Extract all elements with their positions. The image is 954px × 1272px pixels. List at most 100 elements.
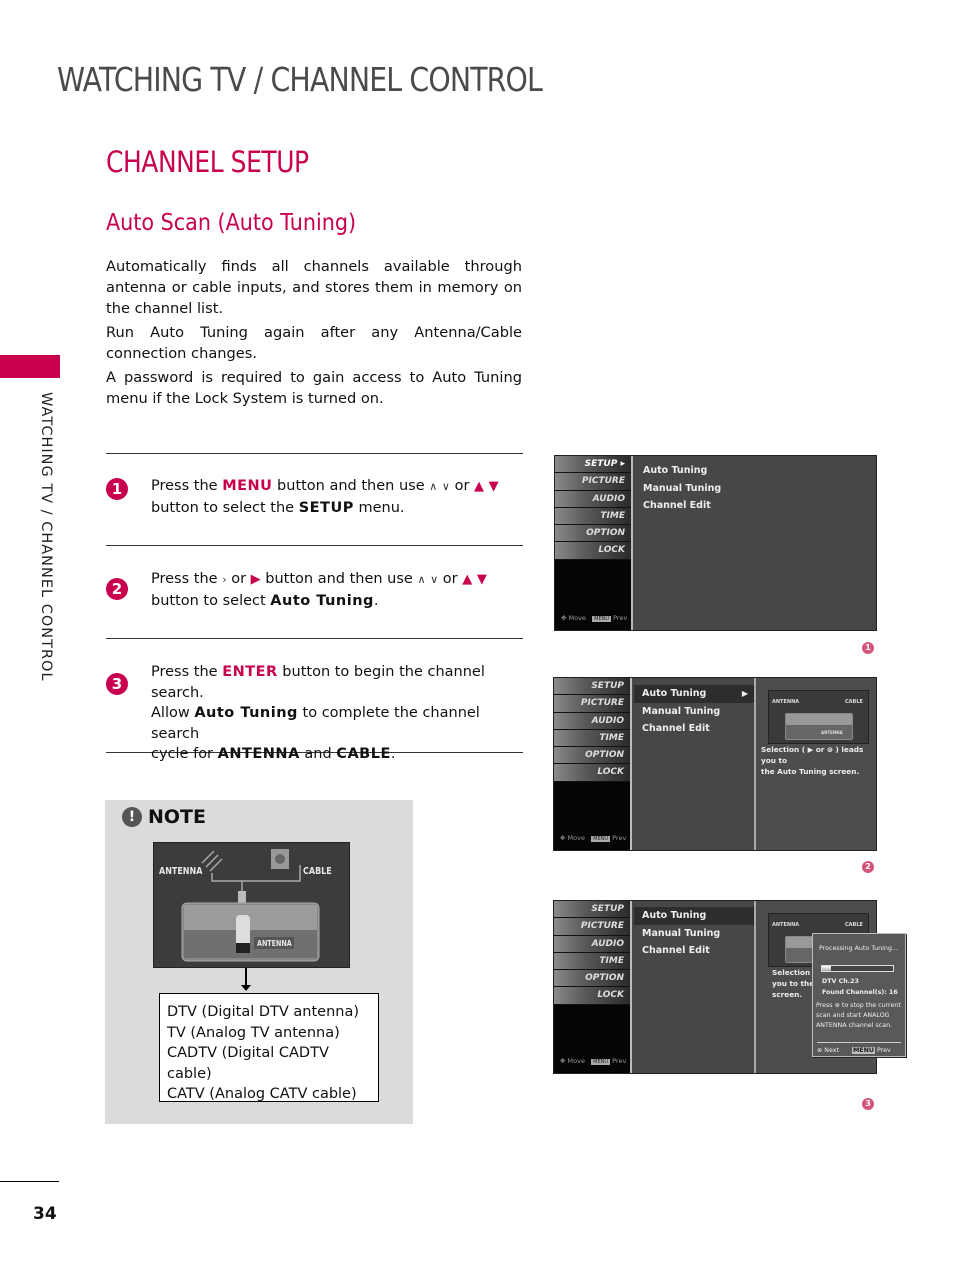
menu-item-channel-edit[interactable]: Channel Edit — [635, 497, 755, 515]
side-tab-label: WATCHING TV / CHANNEL CONTROL — [38, 392, 54, 682]
note-header: ! NOTE — [122, 806, 206, 828]
cable-text: CABLE — [303, 866, 332, 877]
auto-tuning-label: Auto Tuning — [270, 592, 374, 609]
triangle-down-icon: ▼ — [476, 572, 487, 587]
chevron-up-icon: ∧ — [429, 480, 438, 493]
step-instruction: Press the MENU button and then use ∧ ∨ o… — [151, 476, 531, 518]
menu-key-label: MENU — [222, 478, 273, 494]
figure-number: 1 — [862, 642, 874, 654]
menu-item-manual-tuning[interactable]: Manual Tuning — [635, 480, 755, 498]
move-icon: ✥ — [560, 834, 566, 842]
side-item-picture[interactable]: PICTURE — [555, 473, 631, 491]
text: cycle for — [151, 746, 218, 762]
antenna-cable-diagram: ANTENNA CABLE ANTENNA — [153, 842, 350, 968]
side-item-lock[interactable]: LOCK — [554, 987, 630, 1005]
side-item-option[interactable]: OPTION — [555, 525, 631, 543]
divider — [106, 453, 523, 454]
note-box: ! NOTE ANTENNA CABLE ANTENNA DTV (Digita… — [105, 800, 413, 1124]
side-item-lock[interactable]: LOCK — [554, 764, 630, 782]
selection-hint-partial: Selection ( you to the screen. — [772, 968, 817, 999]
side-item-option[interactable]: OPTION — [554, 970, 630, 988]
side-item-time[interactable]: TIME — [555, 507, 631, 526]
step-number-badge: 2 — [106, 578, 128, 600]
chevron-down-icon: ∨ — [441, 480, 450, 493]
side-item-picture[interactable]: PICTURE — [554, 918, 630, 936]
text: . — [390, 746, 396, 762]
menu-item-auto-tuning[interactable]: Auto Tuning — [635, 462, 755, 480]
note-label: NOTE — [148, 806, 206, 828]
text: menu. — [353, 499, 405, 516]
text: or — [449, 478, 475, 494]
antenna-text: ANTENNA — [159, 866, 203, 877]
step-instruction: Press the › or ▶ button and then use ∧ ∨… — [151, 569, 531, 611]
side-item-audio[interactable]: AUDIO — [554, 935, 630, 953]
text: button to select the — [151, 499, 299, 516]
side-tab-marker — [0, 355, 60, 378]
text: button to select — [151, 592, 271, 609]
side-item-lock[interactable]: LOCK — [555, 542, 631, 560]
menu-item-manual-tuning[interactable]: Manual Tuning — [634, 925, 754, 943]
side-item-picture[interactable]: PICTURE — [554, 695, 630, 713]
found-channels: Found Channel(s): 16 — [822, 989, 898, 996]
channel-type-item: TV (Analog TV antenna) — [167, 1024, 340, 1041]
side-item-time[interactable]: TIME — [554, 729, 630, 748]
side-item-audio[interactable]: AUDIO — [554, 712, 630, 730]
page-number: 34 — [33, 1204, 57, 1224]
figure-number: 2 — [862, 861, 874, 873]
menu-item-channel-edit[interactable]: Channel Edit — [634, 942, 754, 960]
side-item-setup[interactable]: SETUP — [554, 678, 630, 696]
text: button and then use — [260, 571, 418, 587]
arrow-head — [241, 985, 251, 991]
side-item-setup[interactable]: SETUP — [554, 901, 630, 919]
menu-item-auto-tuning[interactable]: Auto Tuning — [634, 907, 754, 925]
antenna-text: ANTENNA — [772, 699, 800, 705]
tv-port-graphic — [785, 713, 853, 740]
divider — [817, 1042, 901, 1043]
chevron-down-icon: ∨ — [430, 573, 439, 586]
mini-connection-diagram: ANTENNA CABLE ANTENNA — [768, 690, 869, 744]
progress-bar — [821, 965, 894, 972]
progress-bar-fill — [822, 966, 831, 971]
antenna-label: ANTENNA — [217, 746, 300, 762]
next-button[interactable]: ⊛ Next — [817, 1047, 839, 1054]
divider — [106, 638, 523, 639]
step-number-badge: 3 — [106, 673, 128, 695]
channel-type-list: DTV (Digital DTV antenna) TV (Analog TV … — [159, 993, 379, 1102]
menu-item-channel-edit[interactable]: Channel Edit — [634, 720, 754, 738]
prev-button[interactable]: MENU Prev — [852, 1047, 891, 1054]
move-icon: ✥ — [560, 1057, 566, 1065]
menu-chip: MENU — [852, 1047, 875, 1054]
setup-menu-label: SETUP — [298, 499, 354, 516]
intro-paragraph: A password is required to gain access to… — [106, 369, 522, 407]
figure-number: 3 — [862, 1098, 874, 1110]
side-item-option[interactable]: OPTION — [554, 747, 630, 765]
auto-tuning-label: Auto Tuning — [194, 705, 298, 721]
side-item-setup[interactable]: SETUP ▸ — [555, 456, 631, 474]
side-item-time[interactable]: TIME — [554, 952, 630, 971]
tv-submenu: Auto Tuning Manual Tuning Channel Edit — [634, 907, 754, 960]
auto-tuning-progress-dialog: Processing Auto Tuning... DTV Ch.23 Foun… — [812, 933, 906, 1057]
cable-label: CABLE — [336, 746, 391, 762]
menu-chip: MENU — [591, 836, 611, 842]
menu-item-auto-tuning[interactable]: Auto Tuning ▶ — [634, 685, 754, 703]
triangle-up-icon: ▲ — [462, 572, 473, 587]
move-icon: ✥ — [561, 614, 567, 622]
dialog-title: Processing Auto Tuning... — [819, 945, 898, 952]
channel-type-item: DTV (Digital DTV antenna) — [167, 1004, 359, 1020]
channel-type-item: CATV (Analog CATV cable) — [167, 1086, 357, 1102]
text: Allow — [151, 705, 195, 721]
antenna-text: ANTENNA — [772, 922, 800, 928]
arrow-right-icon: ▶ — [741, 689, 748, 698]
menu-item-manual-tuning[interactable]: Manual Tuning — [634, 703, 754, 721]
tv-footer: ✥ Move MENU Prev — [560, 834, 627, 842]
side-item-audio[interactable]: AUDIO — [555, 490, 631, 508]
tv-side-menu: SETUP PICTURE AUDIO TIME OPTION LOCK ✥ M… — [554, 901, 632, 1073]
antenna-port-text: ANTENNA — [257, 939, 292, 948]
divider — [106, 545, 523, 546]
tv-screen-1: SETUP ▸ PICTURE AUDIO TIME OPTION LOCK ✥… — [554, 455, 877, 631]
selection-hint: Selection ( ▶ or ⊛ ) leads you to the Au… — [761, 745, 864, 776]
text: Press the — [151, 664, 223, 680]
text: . — [373, 592, 379, 609]
tv-submenu: Auto Tuning ▶ Manual Tuning Channel Edit — [634, 685, 754, 738]
subsection-title: Auto Scan (Auto Tuning) — [106, 210, 357, 236]
